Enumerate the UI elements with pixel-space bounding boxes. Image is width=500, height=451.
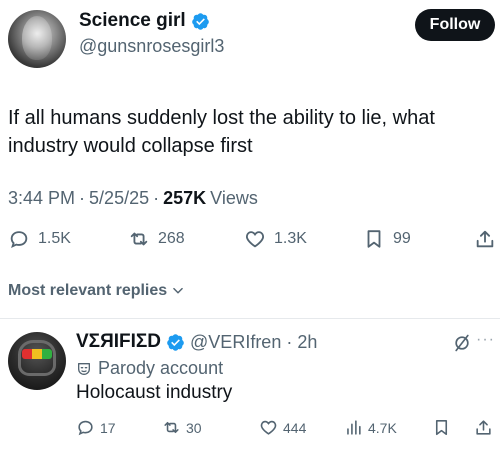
- chevron-down-icon: [173, 287, 183, 294]
- reply-views-button[interactable]: 4.7K: [344, 418, 397, 437]
- views-chart-icon: [347, 420, 361, 435]
- views-count: 257K: [163, 188, 207, 208]
- parody-label: Parody account: [76, 358, 223, 379]
- like-icon: [260, 420, 277, 435]
- tweet-action-bar: 1.5K 268 1.3K 99: [8, 228, 498, 252]
- share-icon: [476, 420, 491, 435]
- reply-views-count: 4.7K: [368, 419, 397, 436]
- views-label: Views: [210, 188, 258, 208]
- like-count: 1.3K: [274, 230, 307, 247]
- reply-like-count: 444: [283, 419, 307, 436]
- tweet-text: If all humans suddenly lost the ability …: [8, 107, 435, 157]
- follow-button[interactable]: Follow: [415, 9, 495, 41]
- like-icon: [246, 231, 264, 248]
- repost-button[interactable]: 268: [128, 228, 185, 250]
- visor-graphic: [22, 349, 52, 359]
- meta-separator: ·: [79, 188, 86, 208]
- reply-icon: [78, 420, 93, 436]
- reply-time[interactable]: 2h: [297, 332, 317, 353]
- reply-author-name[interactable]: VΣЯIFIΣD: [76, 331, 161, 353]
- like-button[interactable]: 1.3K: [244, 228, 307, 250]
- tweet-time[interactable]: 3:44 PM: [8, 188, 75, 209]
- more-options-icon[interactable]: ···: [476, 331, 495, 349]
- share-button[interactable]: [474, 228, 496, 250]
- share-icon: [476, 230, 494, 248]
- reply-icon: [10, 231, 28, 249]
- meta-separator: ·: [286, 331, 293, 352]
- author-avatar[interactable]: [8, 10, 66, 68]
- repost-count: 268: [158, 230, 185, 247]
- reply-author-avatar[interactable]: [8, 332, 66, 390]
- verified-badge-icon: [191, 12, 209, 30]
- reply-bookmark-button[interactable]: [432, 418, 451, 437]
- author-name[interactable]: Science girl: [79, 10, 210, 32]
- reply-action-bar: 17 30 444 4.7K: [76, 418, 496, 438]
- bookmark-icon: [435, 419, 448, 436]
- bookmark-count: 99: [393, 230, 411, 247]
- reply-handle[interactable]: @VERIfren: [190, 332, 281, 353]
- reply-reply-count: 17: [100, 419, 116, 436]
- author-name-text[interactable]: Science girl: [79, 10, 186, 32]
- grok-icon[interactable]: [452, 333, 472, 353]
- reply-author[interactable]: VΣЯIFIΣD @VERIfren · 2h: [76, 331, 317, 353]
- reply-repost-count: 30: [186, 419, 202, 436]
- reply-reply-button[interactable]: 17: [76, 418, 116, 437]
- reply-like-button[interactable]: 444: [259, 418, 306, 437]
- bookmark-button[interactable]: 99: [363, 228, 411, 250]
- reply-button[interactable]: 1.5K: [8, 228, 71, 250]
- reply-repost-button[interactable]: 30: [162, 418, 202, 437]
- tweet-date[interactable]: 5/25/25: [89, 188, 149, 209]
- verified-badge-icon: [167, 333, 184, 351]
- reply-share-button[interactable]: [474, 418, 493, 437]
- bookmark-icon: [367, 230, 381, 248]
- meta-separator: ·: [153, 188, 160, 208]
- replies-sort-label: Most relevant replies: [8, 282, 168, 299]
- divider: [0, 318, 500, 319]
- parody-label-text: Parody account: [98, 358, 224, 378]
- replies-sort-dropdown[interactable]: Most relevant replies: [8, 282, 185, 300]
- author-handle[interactable]: @gunsnrosesgirl3: [79, 36, 224, 57]
- reply-text: Holocaust industry: [76, 382, 233, 403]
- repost-icon: [130, 232, 148, 246]
- tweet-meta: 3:44 PM · 5/25/25 · 257K Views: [8, 188, 258, 209]
- reply-count: 1.5K: [38, 230, 71, 247]
- parody-mask-icon: [78, 362, 90, 375]
- repost-icon: [164, 421, 179, 434]
